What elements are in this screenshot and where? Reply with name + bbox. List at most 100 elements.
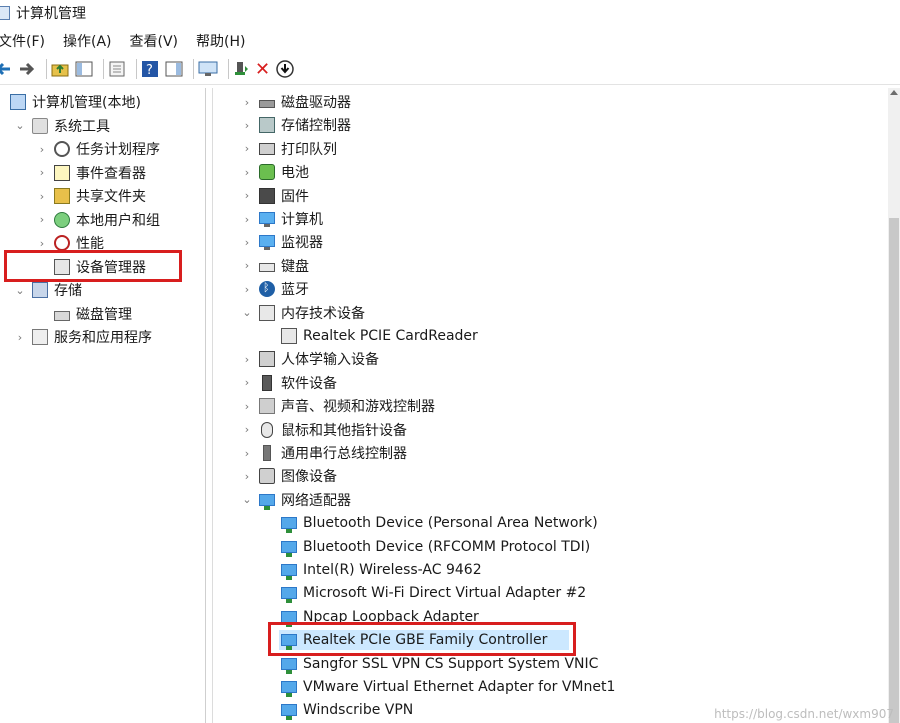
device-tree-item[interactable]: › 键盘 bbox=[241, 255, 309, 277]
device-tree-item[interactable]: › 监视器 bbox=[241, 231, 323, 253]
device-tree-item[interactable]: › 声音、视频和游戏控制器 bbox=[241, 395, 435, 417]
device-tree-item[interactable]: › 磁盘驱动器 bbox=[241, 91, 351, 113]
chevron-right-icon[interactable]: › bbox=[241, 96, 253, 109]
chevron-right-icon[interactable]: › bbox=[241, 447, 253, 460]
device-tree-item[interactable]: › 图像设备 bbox=[241, 465, 337, 487]
memory-tech-icon bbox=[259, 304, 275, 321]
nav-tree-item[interactable]: 磁盘管理 bbox=[36, 303, 132, 325]
chevron-right-icon[interactable]: › bbox=[36, 143, 48, 156]
chevron-right-icon[interactable]: › bbox=[241, 470, 253, 483]
menu-bar: 文件(F) 操作(A) 查看(V) 帮助(H) bbox=[0, 28, 900, 54]
chevron-right-icon[interactable]: › bbox=[36, 237, 48, 250]
firmware-icon bbox=[259, 187, 275, 204]
menu-file[interactable]: 文件(F) bbox=[0, 31, 45, 51]
folder-up-icon[interactable] bbox=[51, 58, 69, 80]
scroll-thumb[interactable] bbox=[889, 218, 899, 723]
chevron-right-icon[interactable]: › bbox=[241, 189, 253, 202]
properties-icon[interactable] bbox=[108, 58, 126, 80]
services-icon bbox=[32, 329, 48, 345]
device-tree-item[interactable]: › 固件 bbox=[241, 185, 309, 207]
network-adapter-icon bbox=[281, 587, 297, 604]
tree-item-label: 共享文件夹 bbox=[76, 189, 146, 205]
tree-item-label: 网络适配器 bbox=[281, 492, 351, 509]
device-tree-item[interactable]: Bluetooth Device (RFCOMM Protocol TDI) bbox=[263, 536, 590, 558]
chevron-right-icon[interactable]: › bbox=[241, 119, 253, 132]
show-hide-tree-icon[interactable] bbox=[75, 58, 93, 80]
device-tree-item[interactable]: ⌄ 内存技术设备 bbox=[241, 302, 365, 324]
vertical-scrollbar[interactable] bbox=[888, 88, 900, 723]
performance-icon bbox=[54, 235, 70, 251]
device-tree-item[interactable]: › 计算机 bbox=[241, 208, 323, 230]
menu-action[interactable]: 操作(A) bbox=[63, 31, 112, 51]
nav-tree-item[interactable]: ⌄ 存储 bbox=[14, 279, 82, 301]
tree-item-label: VMware Virtual Ethernet Adapter for VMne… bbox=[303, 679, 616, 695]
tree-item-label: Microsoft Wi-Fi Direct Virtual Adapter #… bbox=[303, 585, 587, 602]
shared-folder-icon bbox=[54, 188, 70, 204]
chevron-down-icon[interactable]: ⌄ bbox=[241, 306, 253, 319]
nav-tree-item[interactable]: › 本地用户和组 bbox=[36, 209, 160, 231]
back-arrow-icon[interactable] bbox=[0, 58, 12, 80]
uninstall-icon[interactable]: ✕ bbox=[255, 58, 270, 80]
usb-icon bbox=[263, 445, 271, 461]
disk-icon bbox=[54, 310, 70, 321]
device-tree-item[interactable]: › 存储控制器 bbox=[241, 114, 351, 136]
update-driver-icon[interactable] bbox=[233, 58, 249, 80]
nav-tree-item[interactable]: ⌄ 系统工具 bbox=[14, 115, 110, 137]
chevron-right-icon[interactable]: › bbox=[36, 190, 48, 203]
device-tree-item[interactable]: › 蓝牙 bbox=[241, 278, 309, 300]
device-tree-item[interactable]: Windscribe VPN bbox=[263, 699, 413, 721]
tree-item-label: 系统工具 bbox=[54, 118, 110, 135]
chevron-right-icon[interactable]: › bbox=[241, 376, 253, 389]
chevron-down-icon[interactable]: ⌄ bbox=[14, 119, 26, 132]
device-tree-item[interactable]: › 软件设备 bbox=[241, 372, 337, 394]
menu-help[interactable]: 帮助(H) bbox=[196, 31, 245, 51]
tree-item-label: 鼠标和其他指针设备 bbox=[281, 422, 407, 439]
device-tree-item[interactable]: Intel(R) Wireless-AC 9462 bbox=[263, 559, 482, 581]
chevron-right-icon[interactable]: › bbox=[241, 353, 253, 366]
device-tree-item[interactable]: Bluetooth Device (Personal Area Network) bbox=[263, 512, 598, 534]
tree-item-label: Realtek PCIE CardReader bbox=[303, 328, 478, 344]
chevron-right-icon[interactable]: › bbox=[14, 331, 26, 344]
action-pane-icon[interactable] bbox=[165, 58, 183, 80]
chevron-right-icon[interactable]: › bbox=[241, 166, 253, 179]
chevron-right-icon[interactable]: › bbox=[241, 423, 253, 436]
chevron-down-icon[interactable]: ⌄ bbox=[241, 493, 253, 506]
device-tree-item[interactable]: › 打印队列 bbox=[241, 138, 337, 160]
chevron-right-icon[interactable]: › bbox=[241, 259, 253, 272]
device-tree-item[interactable]: Realtek PCIE CardReader bbox=[263, 325, 478, 347]
nav-tree-item[interactable]: › 事件查看器 bbox=[36, 162, 146, 184]
device-tree-item[interactable]: › 人体学输入设备 bbox=[241, 348, 379, 370]
download-icon[interactable] bbox=[276, 58, 294, 80]
nav-tree-item[interactable]: › 服务和应用程序 bbox=[14, 326, 152, 348]
menu-view[interactable]: 查看(V) bbox=[130, 31, 179, 51]
chevron-right-icon[interactable]: › bbox=[241, 142, 253, 155]
scroll-up-arrow-icon[interactable] bbox=[890, 90, 898, 95]
chevron-down-icon[interactable]: ⌄ bbox=[14, 284, 26, 297]
network-adapter-icon bbox=[281, 540, 297, 557]
device-tree-item[interactable]: › 鼠标和其他指针设备 bbox=[241, 419, 407, 441]
tree-item-label: Intel(R) Wireless-AC 9462 bbox=[303, 562, 482, 578]
bluetooth-icon bbox=[259, 281, 275, 298]
chevron-right-icon[interactable]: › bbox=[241, 236, 253, 249]
chevron-right-icon[interactable]: › bbox=[36, 166, 48, 179]
device-tree-item[interactable]: VMware Virtual Ethernet Adapter for VMne… bbox=[263, 676, 615, 698]
device-tree-item[interactable]: › 通用串行总线控制器 bbox=[241, 442, 407, 464]
device-tree-item[interactable]: › 电池 bbox=[241, 161, 309, 183]
chevron-right-icon[interactable]: › bbox=[241, 213, 253, 226]
nav-tree-item[interactable]: › 任务计划程序 bbox=[36, 138, 160, 160]
device-tree-item[interactable]: ⌄ 网络适配器 bbox=[241, 489, 351, 511]
forward-arrow-icon[interactable] bbox=[18, 58, 36, 80]
tree-item-label: 存储控制器 bbox=[281, 118, 351, 135]
nav-tree-item[interactable]: › 共享文件夹 bbox=[36, 185, 146, 207]
chevron-right-icon[interactable]: › bbox=[241, 283, 253, 296]
device-tree-item[interactable]: Microsoft Wi-Fi Direct Virtual Adapter #… bbox=[263, 582, 586, 604]
audio-icon bbox=[259, 398, 275, 415]
chevron-right-icon[interactable]: › bbox=[36, 213, 48, 226]
help-icon[interactable]: ? bbox=[141, 58, 159, 80]
computer-monitor-icon bbox=[259, 212, 275, 227]
monitor-icon[interactable] bbox=[198, 58, 218, 80]
nav-tree-item[interactable]: 计算机管理(本地) bbox=[0, 91, 141, 113]
chevron-right-icon[interactable]: › bbox=[241, 400, 253, 413]
